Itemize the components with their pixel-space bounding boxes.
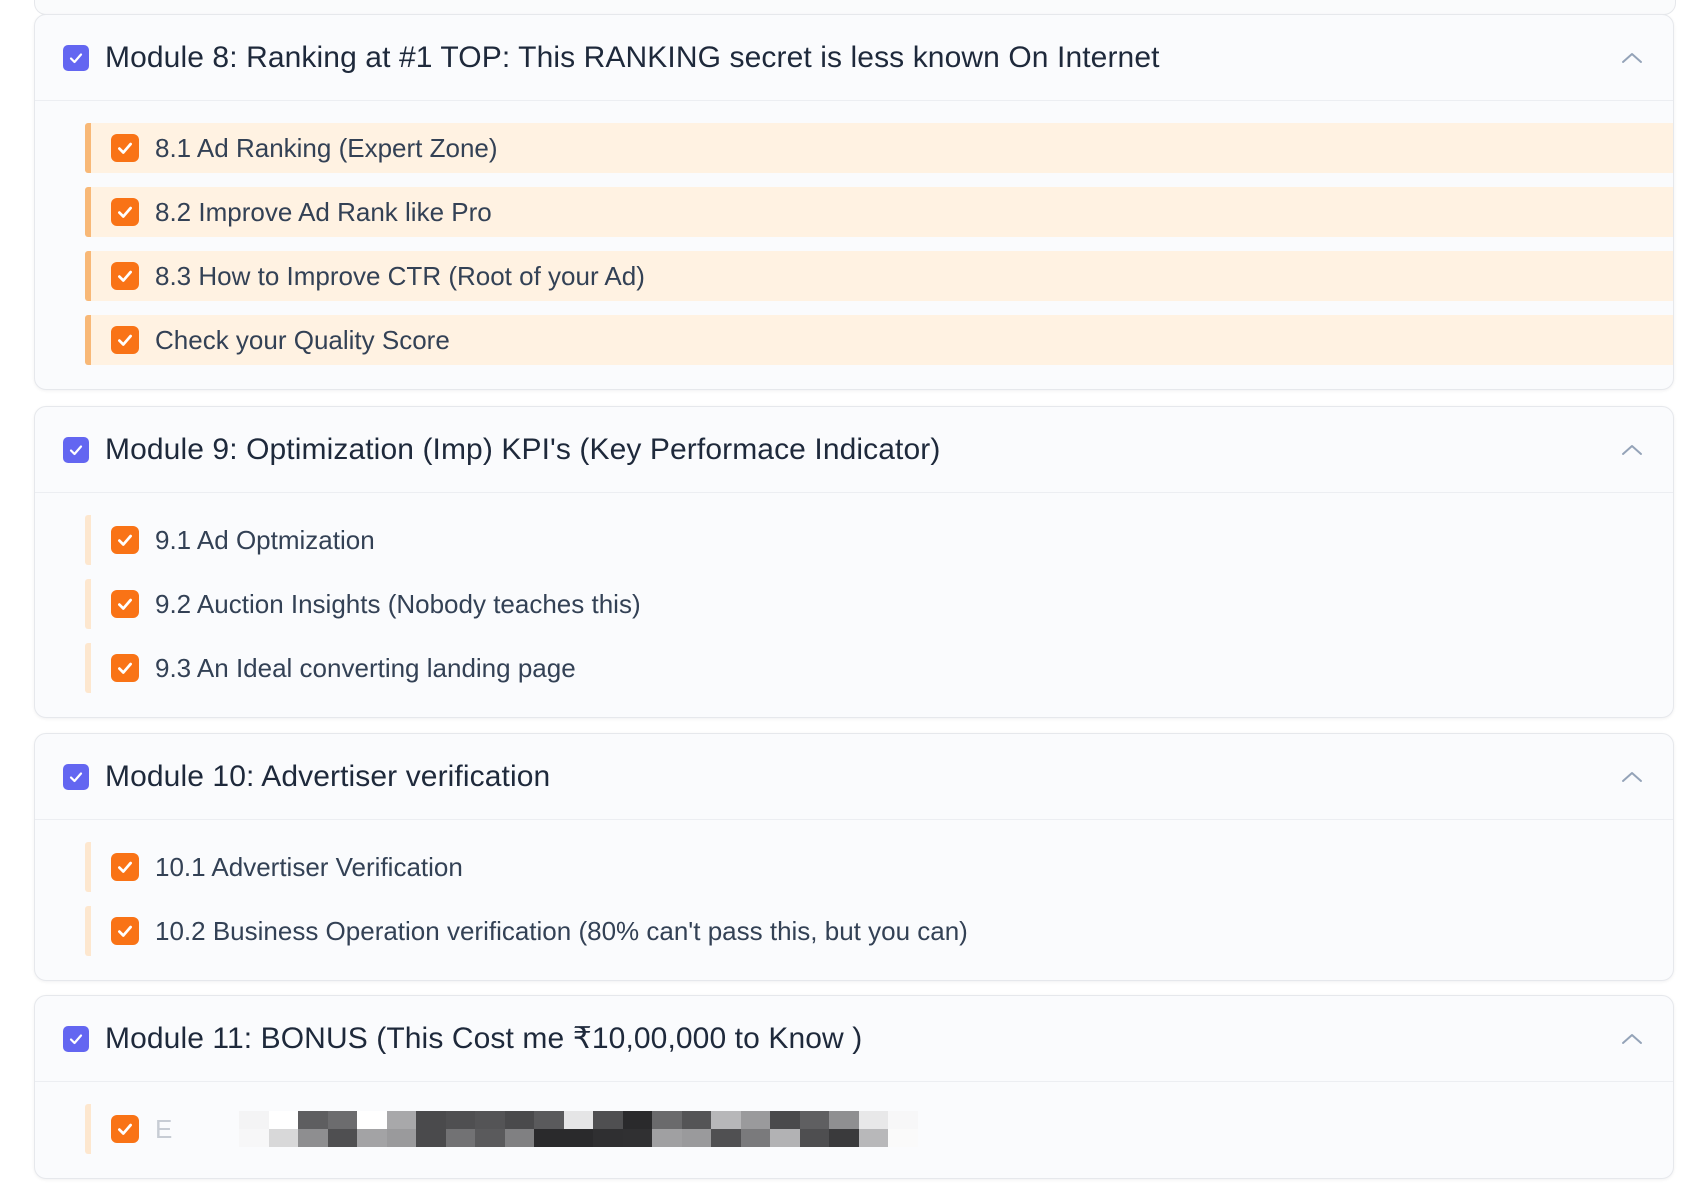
lesson-title: 8.2 Improve Ad Rank like Pro xyxy=(155,196,492,227)
lesson-title: 9.3 An Ideal converting landing page xyxy=(155,652,576,683)
checkbox-checked-icon[interactable] xyxy=(111,262,139,290)
lesson-item[interactable]: 10.2 Business Operation verification (80… xyxy=(85,906,1673,956)
lesson-title: 8.1 Ad Ranking (Expert Zone) xyxy=(155,132,498,163)
chevron-up-icon[interactable] xyxy=(1619,50,1645,66)
module-title: Module 9: Optimization (Imp) KPI's (Key … xyxy=(105,432,941,466)
pixelated-redaction xyxy=(239,1111,918,1147)
lesson-item[interactable]: 8.2 Improve Ad Rank like Pro xyxy=(85,187,1673,237)
previous-module-card-edge xyxy=(34,0,1676,15)
module-header[interactable]: Module 8: Ranking at #1 TOP: This RANKIN… xyxy=(35,15,1673,101)
checkbox-checked-icon[interactable] xyxy=(63,1025,89,1052)
lesson-item[interactable]: 8.1 Ad Ranking (Expert Zone) xyxy=(85,123,1673,173)
lesson-title: 10.1 Advertiser Verification xyxy=(155,851,463,882)
module-header[interactable]: Module 11: BONUS (This Cost me ₹10,00,00… xyxy=(35,996,1673,1082)
lesson-title: 9.1 Ad Optmization xyxy=(155,524,375,555)
lesson-title: 10.2 Business Operation verification (80… xyxy=(155,915,968,946)
checkbox-checked-icon[interactable] xyxy=(63,763,89,790)
checkbox-checked-icon[interactable] xyxy=(63,44,89,71)
lesson-item[interactable]: E xyxy=(85,1104,1673,1154)
module-title: Module 8: Ranking at #1 TOP: This RANKIN… xyxy=(105,40,1160,74)
checkbox-checked-icon[interactable] xyxy=(111,198,139,226)
module-header[interactable]: Module 10: Advertiser verification xyxy=(35,734,1673,820)
checkbox-checked-icon[interactable] xyxy=(111,917,139,945)
checkbox-checked-icon[interactable] xyxy=(111,326,139,354)
lesson-item[interactable]: 10.1 Advertiser Verification xyxy=(85,842,1673,892)
module-title: Module 10: Advertiser verification xyxy=(105,759,551,793)
chevron-up-icon[interactable] xyxy=(1619,769,1645,785)
lesson-item[interactable]: Check your Quality Score xyxy=(85,315,1673,365)
lesson-item[interactable]: 9.1 Ad Optmization xyxy=(85,515,1673,565)
checkbox-checked-icon[interactable] xyxy=(111,1115,139,1143)
module-card: Module 8: Ranking at #1 TOP: This RANKIN… xyxy=(34,14,1674,390)
checkbox-checked-icon[interactable] xyxy=(111,590,139,618)
lesson-item[interactable]: 8.3 How to Improve CTR (Root of your Ad) xyxy=(85,251,1673,301)
module-header[interactable]: Module 9: Optimization (Imp) KPI's (Key … xyxy=(35,407,1673,493)
module-card: Module 11: BONUS (This Cost me ₹10,00,00… xyxy=(34,995,1674,1179)
checkbox-checked-icon[interactable] xyxy=(111,654,139,682)
lesson-title: Check your Quality Score xyxy=(155,324,450,355)
lesson-item[interactable]: 9.2 Auction Insights (Nobody teaches thi… xyxy=(85,579,1673,629)
chevron-up-icon[interactable] xyxy=(1619,1031,1645,1047)
lesson-title: 8.3 How to Improve CTR (Root of your Ad) xyxy=(155,260,645,291)
checkbox-checked-icon[interactable] xyxy=(111,134,139,162)
chevron-up-icon[interactable] xyxy=(1619,442,1645,458)
module-card: Module 9: Optimization (Imp) KPI's (Key … xyxy=(34,406,1674,718)
lesson-title: E xyxy=(155,1113,173,1144)
lesson-item[interactable]: 9.3 An Ideal converting landing page xyxy=(85,643,1673,693)
checkbox-checked-icon[interactable] xyxy=(63,436,89,463)
lesson-title: 9.2 Auction Insights (Nobody teaches thi… xyxy=(155,588,641,619)
module-title: Module 11: BONUS (This Cost me ₹10,00,00… xyxy=(105,1022,863,1055)
module-card: Module 10: Advertiser verification 10.1 … xyxy=(34,733,1674,981)
checkbox-checked-icon[interactable] xyxy=(111,526,139,554)
checkbox-checked-icon[interactable] xyxy=(111,853,139,881)
